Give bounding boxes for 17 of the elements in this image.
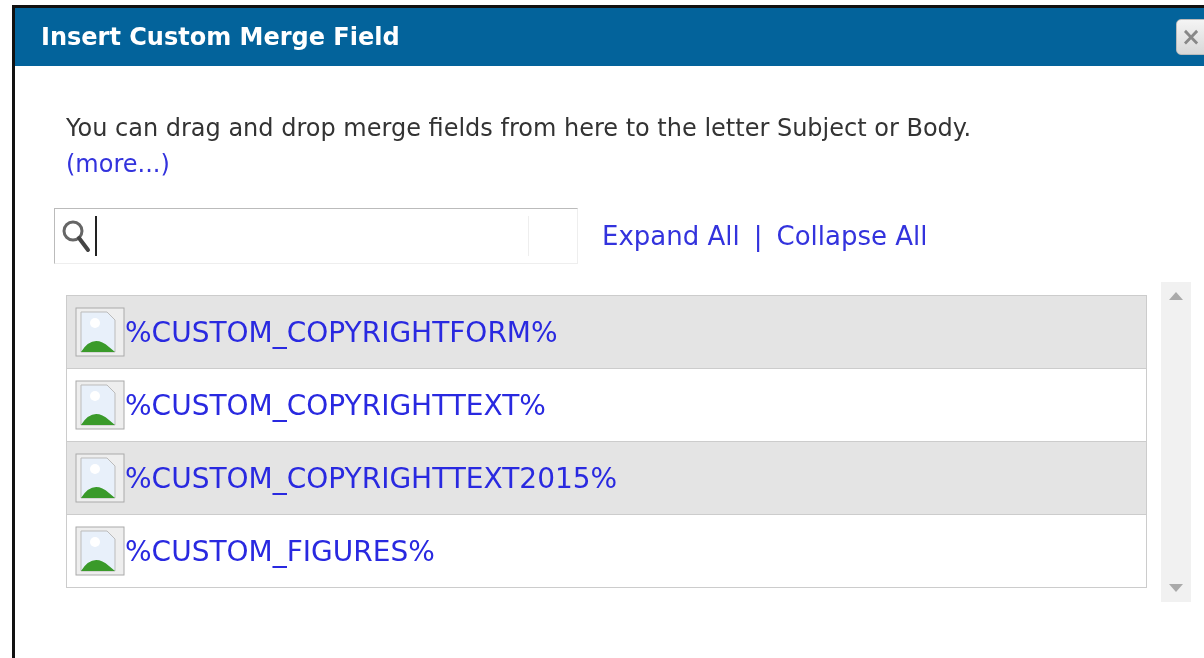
link-separator: | bbox=[753, 221, 763, 251]
broken-image-icon bbox=[75, 453, 125, 503]
broken-image-icon bbox=[75, 526, 125, 576]
search-field[interactable] bbox=[54, 208, 578, 264]
search-icon bbox=[61, 219, 91, 253]
merge-field-item[interactable]: %CUSTOM_COPYRIGHTFORM% bbox=[67, 296, 1146, 368]
broken-image-icon bbox=[75, 307, 125, 357]
scrollbar[interactable] bbox=[1161, 282, 1191, 602]
collapse-all-link[interactable]: Collapse All bbox=[776, 221, 928, 251]
merge-field-item[interactable]: %CUSTOM_COPYRIGHTTEXT2015% bbox=[67, 441, 1146, 514]
window-title: Insert Custom Merge Field bbox=[41, 23, 400, 51]
instructions-text: You can drag and drop merge fields from here to the letter Subject or Body. (more...) bbox=[66, 113, 973, 180]
scroll-down-icon[interactable] bbox=[1169, 584, 1183, 592]
more-link[interactable]: (more...) bbox=[66, 150, 170, 178]
expand-all-link[interactable]: Expand All bbox=[602, 221, 740, 251]
broken-image-icon bbox=[75, 380, 125, 430]
scroll-up-icon[interactable] bbox=[1169, 292, 1183, 300]
